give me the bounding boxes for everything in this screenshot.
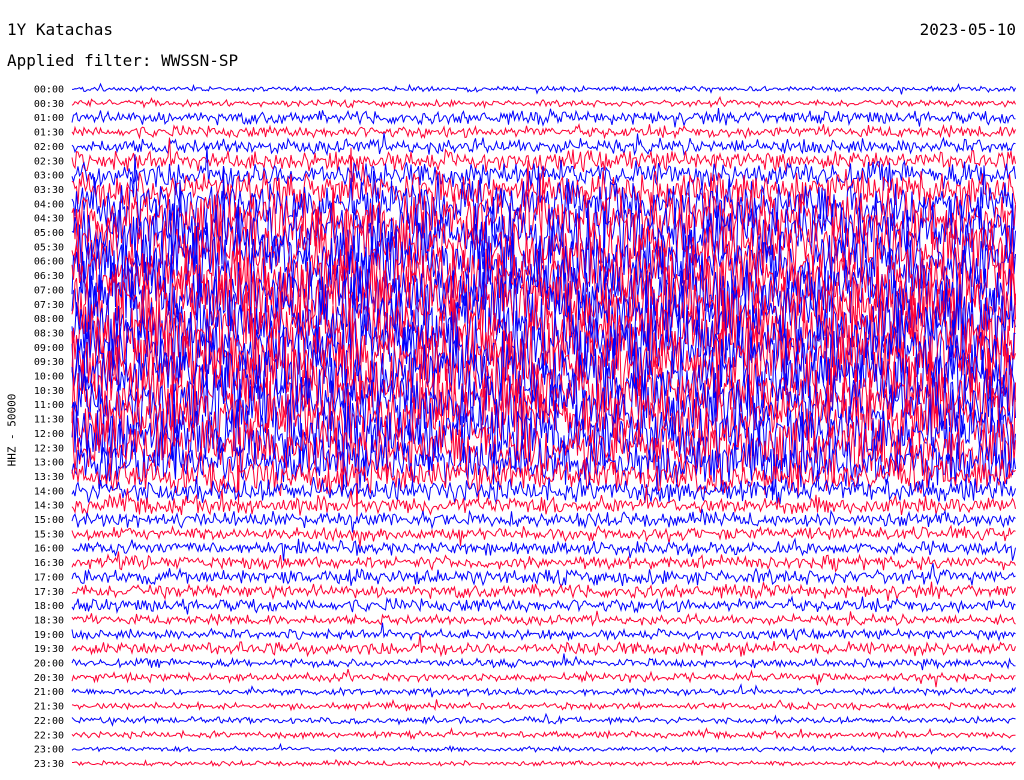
time-tick-label: 09:30	[34, 357, 64, 368]
seismic-trace-1330	[71, 445, 1016, 501]
time-tick-label: 22:00	[34, 716, 64, 727]
time-tick-label: 21:30	[34, 702, 64, 713]
seismic-trace-1730	[71, 581, 1016, 601]
time-tick-label: 08:30	[34, 328, 64, 339]
time-tick-label: 01:00	[34, 113, 64, 124]
seismic-trace-0030	[71, 95, 1016, 109]
time-tick-label: 01:30	[34, 128, 64, 139]
time-tick-label: 02:00	[34, 142, 64, 153]
time-tick-label: 20:30	[34, 673, 64, 684]
time-tick-label: 00:30	[34, 99, 64, 110]
time-tick-label: 12:00	[34, 429, 64, 440]
time-tick-label: 12:30	[34, 443, 64, 454]
time-tick-label: 05:00	[34, 228, 64, 239]
time-tick-label: 00:00	[34, 85, 64, 96]
time-tick-label: 09:00	[34, 343, 64, 354]
time-tick-label: 21:00	[34, 687, 64, 698]
seismic-trace-0000	[72, 82, 1016, 95]
time-tick-label: 07:00	[34, 285, 64, 296]
time-tick-label: 04:00	[34, 199, 64, 210]
time-tick-label: 15:00	[34, 515, 64, 526]
time-tick-label: 13:30	[34, 472, 64, 483]
seismic-trace-2100	[71, 683, 1016, 698]
time-tick-label: 23:00	[34, 745, 64, 756]
seismic-trace-2300	[71, 742, 1016, 755]
time-tick-label: 13:00	[34, 458, 64, 469]
time-tick-label: 18:30	[34, 615, 64, 626]
seismic-trace-0130	[71, 123, 1016, 140]
seismic-trace-2030	[71, 668, 1016, 688]
time-tick-label: 18:00	[34, 601, 64, 612]
seismic-trace-2200	[71, 712, 1016, 727]
time-tick-label: 16:30	[34, 558, 64, 569]
seismic-trace-0200	[71, 132, 1016, 157]
time-axis: 00:00 00:30 01:00 01:30 02:00 02:30 03:00 03:30…	[34, 85, 64, 770]
time-tick-label: 02:30	[34, 156, 64, 167]
time-tick-label: 14:30	[34, 501, 64, 512]
time-tick-label: 03:00	[34, 171, 64, 182]
time-tick-label: 07:30	[34, 300, 64, 311]
time-tick-label: 19:00	[34, 630, 64, 641]
seismic-trace-1700	[71, 563, 1016, 588]
time-tick-label: 14:00	[34, 486, 64, 497]
time-tick-label: 19:30	[34, 644, 64, 655]
time-tick-label: 10:30	[34, 386, 64, 397]
time-tick-label: 03:30	[34, 185, 64, 196]
time-tick-label: 15:30	[34, 529, 64, 540]
seismic-trace-1600	[71, 537, 1016, 561]
time-tick-label: 16:00	[34, 544, 64, 555]
seismic-trace-1830	[71, 610, 1016, 627]
seismic-trace-1930	[71, 634, 1016, 658]
time-tick-label: 17:30	[34, 587, 64, 598]
trace-group	[71, 82, 1016, 770]
seismic-trace-1800	[71, 595, 1016, 615]
helicorder-plot: 00:00 00:30 01:00 01:30 02:00 02:30 03:00 03:30…	[34, 82, 1016, 770]
seismic-trace-0100	[71, 108, 1016, 128]
time-tick-label: 23:30	[34, 759, 64, 770]
time-tick-label: 05:30	[34, 242, 64, 253]
seismic-trace-1630	[71, 551, 1016, 573]
time-tick-label: 06:00	[34, 257, 64, 268]
time-tick-label: 20:00	[34, 659, 64, 670]
time-tick-label: 11:30	[34, 415, 64, 426]
seismic-trace-2000	[71, 653, 1016, 671]
seismic-trace-2130	[71, 698, 1016, 712]
time-tick-label: 17:00	[34, 572, 64, 583]
time-tick-label: 11:00	[34, 400, 64, 411]
seismic-trace-1900	[71, 622, 1016, 642]
seismic-trace-1500	[71, 508, 1016, 533]
time-tick-label: 08:00	[34, 314, 64, 325]
seismic-trace-2330	[72, 758, 1016, 770]
time-tick-label: 22:30	[34, 730, 64, 741]
time-tick-label: 10:00	[34, 372, 64, 383]
seismic-trace-2230	[71, 726, 1016, 741]
time-tick-label: 04:30	[34, 214, 64, 225]
time-tick-label: 06:30	[34, 271, 64, 282]
